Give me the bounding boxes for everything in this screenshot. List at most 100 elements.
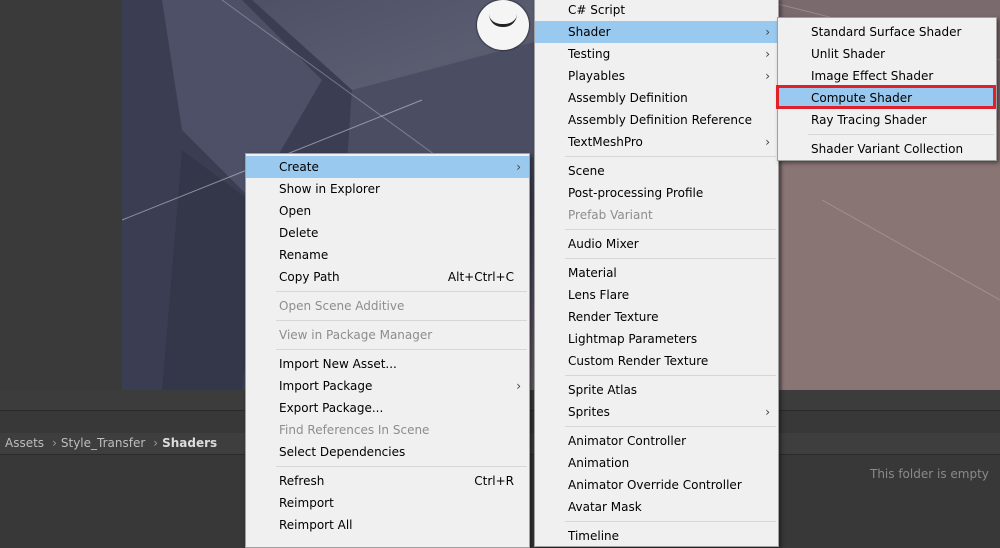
menu-item-refresh[interactable]: Refresh Ctrl+R [246, 470, 529, 492]
scene-gizmo[interactable] [477, 0, 529, 50]
menu-item-sprites[interactable]: Sprites › [535, 401, 778, 423]
chevron-right-icon: › [516, 379, 521, 393]
menu-item-c-script[interactable]: C# Script [535, 0, 778, 21]
menu-item-label: Create [279, 160, 319, 174]
menu-item-copy-path[interactable]: Copy Path Alt+Ctrl+C [246, 266, 529, 288]
menu-item-label: Show in Explorer [279, 182, 380, 196]
menu-item-label: Testing [568, 47, 611, 61]
menu-item-label: View in Package Manager [279, 328, 433, 342]
menu-item-open-scene-additive: Open Scene Additive [246, 295, 529, 317]
menu-item-label: Audio Mixer [568, 237, 639, 251]
menu-item-assembly-definition-reference[interactable]: Assembly Definition Reference [535, 109, 778, 131]
chevron-right-icon: › [516, 160, 521, 174]
menu-item-scene[interactable]: Scene [535, 160, 778, 182]
menu-item-import-new-asset[interactable]: Import New Asset... [246, 353, 529, 375]
menu-item-lens-flare[interactable]: Lens Flare [535, 284, 778, 306]
chevron-right-icon: › [52, 436, 57, 450]
menu-item-sprite-atlas[interactable]: Sprite Atlas [535, 379, 778, 401]
menu-item-label: Custom Render Texture [568, 354, 709, 368]
menu-item-label: Avatar Mask [568, 500, 642, 514]
menu-item-label: Shader [568, 25, 611, 39]
menu-item-label: Assembly Definition Reference [568, 113, 753, 127]
menu-item-shader-variant-collection[interactable]: Shader Variant Collection [778, 138, 996, 160]
menu-item-label: Ray Tracing Shader [811, 113, 927, 127]
chevron-right-icon: › [765, 47, 770, 61]
chevron-right-icon: › [153, 436, 159, 450]
menu-item-label: Lightmap Parameters [568, 332, 698, 346]
breadcrumb-item-style-transfer[interactable]: Style_Transfer [61, 436, 145, 450]
menu-item-label: Find References In Scene [279, 423, 430, 437]
empty-folder-message: This folder is empty [870, 467, 989, 481]
menu-separator [276, 466, 527, 467]
menu-item-timeline[interactable]: Timeline [535, 525, 778, 547]
menu-item-import-package[interactable]: Import Package › [246, 375, 529, 397]
menu-item-textmeshpro[interactable]: TextMeshPro › [535, 131, 778, 153]
menu-item-label: Scene [568, 164, 605, 178]
menu-item-label: Playables [568, 69, 625, 83]
menu-item-rename[interactable]: Rename [246, 244, 529, 266]
shortcut-label: Ctrl+R [474, 474, 514, 488]
menu-item-ray-tracing-shader[interactable]: Ray Tracing Shader [778, 109, 996, 131]
menu-item-unlit-shader[interactable]: Unlit Shader [778, 43, 996, 65]
menu-item-open[interactable]: Open [246, 200, 529, 222]
menu-item-label: Copy Path [279, 270, 340, 284]
menu-item-custom-render-texture[interactable]: Custom Render Texture [535, 350, 778, 372]
menu-item-label: Refresh [279, 474, 325, 488]
menu-separator [808, 134, 994, 135]
menu-item-label: Material [568, 266, 617, 280]
menu-item-material[interactable]: Material [535, 262, 778, 284]
menu-item-label: Open Scene Additive [279, 299, 405, 313]
menu-item-label: C# Script [568, 3, 626, 17]
context-menu: Create › Show in Explorer Open Delete Rename C… [245, 153, 530, 548]
breadcrumb-item-assets[interactable]: Assets [5, 436, 44, 450]
chevron-right-icon: › [765, 135, 770, 149]
menu-item-animator-controller[interactable]: Animator Controller [535, 430, 778, 452]
menu-item-label: Post-processing Profile [568, 186, 704, 200]
menu-separator [565, 375, 776, 376]
menu-separator [565, 229, 776, 230]
menu-separator [565, 426, 776, 427]
menu-item-label: Animation [568, 456, 630, 470]
menu-item-image-effect-shader[interactable]: Image Effect Shader [778, 65, 996, 87]
menu-item-assembly-definition[interactable]: Assembly Definition [535, 87, 778, 109]
menu-item-label: Image Effect Shader [811, 69, 934, 83]
menu-item-label: Reimport All [279, 518, 353, 532]
menu-item-label: Sprites [568, 405, 610, 419]
menu-item-create[interactable]: Create › [246, 156, 529, 178]
menu-item-render-texture[interactable]: Render Texture [535, 306, 778, 328]
menu-separator [276, 291, 527, 292]
menu-item-label: Import New Asset... [279, 357, 397, 371]
menu-item-lightmap-parameters[interactable]: Lightmap Parameters [535, 328, 778, 350]
menu-item-shader[interactable]: Shader › [535, 21, 778, 43]
menu-item-label: Unlit Shader [811, 47, 886, 61]
menu-item-avatar-mask[interactable]: Avatar Mask [535, 496, 778, 518]
menu-item-animation[interactable]: Animation [535, 452, 778, 474]
menu-item-find-references-in-scene: Find References In Scene [246, 419, 529, 441]
menu-item-label: Timeline [568, 529, 620, 543]
menu-item-label: Shader Variant Collection [811, 142, 964, 156]
breadcrumb-item-shaders[interactable]: Shaders [162, 436, 217, 450]
shortcut-label: Alt+Ctrl+C [447, 270, 514, 284]
menu-item-animator-override-controller[interactable]: Animator Override Controller [535, 474, 778, 496]
menu-item-audio-mixer[interactable]: Audio Mixer [535, 233, 778, 255]
menu-item-standard-surface-shader[interactable]: Standard Surface Shader [778, 21, 996, 43]
menu-separator [276, 349, 527, 350]
menu-item-reimport-all[interactable]: Reimport All [246, 514, 529, 536]
menu-item-testing[interactable]: Testing › [535, 43, 778, 65]
menu-item-label: Prefab Variant [568, 208, 653, 222]
menu-separator [276, 320, 527, 321]
menu-item-reimport[interactable]: Reimport [246, 492, 529, 514]
menu-item-label: Import Package [279, 379, 373, 393]
menu-item-label: Render Texture [568, 310, 659, 324]
menu-item-select-dependencies[interactable]: Select Dependencies [246, 441, 529, 463]
chevron-right-icon: › [765, 405, 770, 419]
menu-item-post-processing-profile[interactable]: Post-processing Profile [535, 182, 778, 204]
menu-item-label: Assembly Definition [568, 91, 688, 105]
menu-item-show-in-explorer[interactable]: Show in Explorer [246, 178, 529, 200]
menu-item-delete[interactable]: Delete [246, 222, 529, 244]
menu-item-label: Delete [279, 226, 319, 240]
menu-separator [565, 521, 776, 522]
menu-item-playables[interactable]: Playables › [535, 65, 778, 87]
menu-item-export-package[interactable]: Export Package... [246, 397, 529, 419]
menu-item-label: Animator Override Controller [568, 478, 742, 492]
